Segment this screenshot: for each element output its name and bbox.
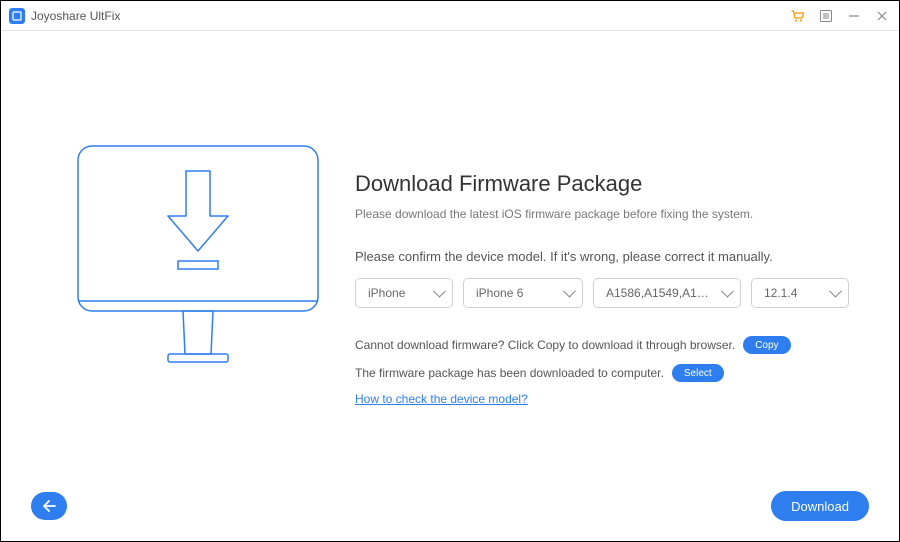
- device-model-value: iPhone 6: [476, 286, 558, 300]
- device-selects-row: iPhone iPhone 6 A1586,A1549,A1… 12.1.4: [355, 278, 849, 308]
- page-heading: Download Firmware Package: [355, 171, 849, 197]
- minimize-button[interactable]: [845, 7, 863, 25]
- back-button[interactable]: [31, 492, 67, 520]
- device-type-value: iPhone: [368, 286, 428, 300]
- copy-button[interactable]: Copy: [743, 336, 790, 354]
- confirm-instruction: Please confirm the device model. If it's…: [355, 249, 849, 264]
- device-type-select[interactable]: iPhone: [355, 278, 453, 308]
- illustration-panel: [51, 71, 345, 461]
- ios-version-value: 12.1.4: [764, 286, 824, 300]
- titlebar-controls: [789, 7, 891, 25]
- select-button[interactable]: Select: [672, 364, 724, 382]
- copy-info-text: Cannot download firmware? Click Copy to …: [355, 338, 735, 352]
- ios-version-select[interactable]: 12.1.4: [751, 278, 849, 308]
- download-button[interactable]: Download: [771, 491, 869, 521]
- page-subheading: Please download the latest iOS firmware …: [355, 207, 849, 221]
- select-info-line: The firmware package has been downloaded…: [355, 364, 849, 382]
- close-button[interactable]: [873, 7, 891, 25]
- content: Download Firmware Package Please downloa…: [1, 31, 899, 481]
- device-model-select[interactable]: iPhone 6: [463, 278, 583, 308]
- model-number-select[interactable]: A1586,A1549,A1…: [593, 278, 741, 308]
- help-link-line: How to check the device model?: [355, 392, 849, 406]
- app-icon: [9, 8, 25, 24]
- copy-info-line: Cannot download firmware? Click Copy to …: [355, 336, 849, 354]
- menu-icon[interactable]: [817, 7, 835, 25]
- app-title: Joyoshare UltFix: [31, 9, 120, 23]
- cart-icon[interactable]: [789, 7, 807, 25]
- help-link[interactable]: How to check the device model?: [355, 392, 528, 406]
- select-info-text: The firmware package has been downloaded…: [355, 366, 664, 380]
- arrow-left-icon: [41, 499, 57, 513]
- download-monitor-illustration: [63, 136, 333, 396]
- footer: Download: [1, 481, 899, 541]
- form-panel: Download Firmware Package Please downloa…: [345, 71, 849, 461]
- model-number-value: A1586,A1549,A1…: [606, 286, 716, 300]
- titlebar: Joyoshare UltFix: [1, 1, 899, 31]
